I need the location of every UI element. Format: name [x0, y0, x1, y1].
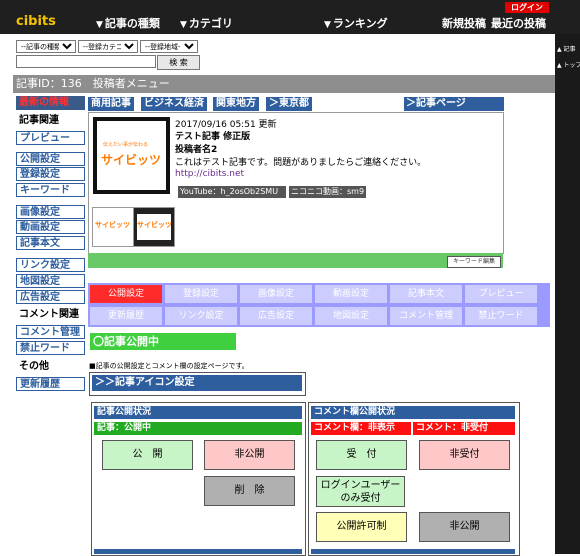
article-panel-bottom-bar: [94, 549, 302, 554]
tab-ad-settings[interactable]: 広告設定: [240, 307, 312, 325]
search-input[interactable]: [16, 55, 156, 68]
category-select[interactable]: --登録カテゴリー--: [78, 40, 138, 53]
nav-category-label: カテゴリ: [188, 17, 233, 30]
sidebar-item-banned-words[interactable]: 禁止ワード: [16, 341, 85, 355]
settings-note: ■記事の公開設定とコメント欄の設定ページです。: [89, 362, 249, 370]
search-button[interactable]: 検 索: [157, 55, 200, 70]
scroll-to-top-link[interactable]: ▲ トップ: [557, 60, 580, 69]
tab-article-body[interactable]: 記事本文: [390, 285, 462, 303]
login-users-only-line1: ログインユーザー: [320, 480, 401, 491]
thumbnail-logo-text: サイビッツ: [137, 221, 172, 229]
tab-preview[interactable]: プレビュー: [465, 285, 537, 303]
comment-acceptance-subheader: コメント：非受付: [413, 422, 515, 435]
scroll-to-article-link[interactable]: ▲ 記事: [557, 44, 576, 53]
sidebar-heading-article: 記事関連: [19, 115, 59, 126]
login-button[interactable]: ログイン: [505, 2, 549, 13]
nav-article-type-label: 記事の種類: [104, 17, 160, 30]
preview-url[interactable]: http://cibits.net: [175, 169, 244, 179]
site-logo[interactable]: cibits: [16, 14, 56, 29]
tag-business-economy[interactable]: ビジネス経済: [141, 97, 207, 111]
nav-recent-post[interactable]: 最近の投稿: [491, 15, 546, 31]
preview-body: これはテスト記事です。問題がありましたらご連絡ください。: [175, 158, 427, 168]
tab-link-settings[interactable]: リンク設定: [165, 307, 237, 325]
niconico-badge[interactable]: ニコニコ動画：sm9: [289, 186, 367, 198]
tab-registration-settings[interactable]: 登録設定: [165, 285, 237, 303]
sidebar-item-video-settings[interactable]: 動画設定: [16, 220, 85, 234]
logo-subtext: 伝えたい事が伝わる: [103, 142, 149, 148]
sidebar-item-publish-settings[interactable]: 公開設定: [16, 152, 85, 166]
preview-footer-bar: [88, 253, 503, 268]
sidebar-item-comment-management[interactable]: コメント管理: [16, 325, 85, 339]
delete-button[interactable]: 削 除: [204, 476, 295, 506]
sidebar-item-ad-settings[interactable]: 広告設定: [16, 290, 85, 304]
comment-status-title: コメント欄公開状況: [311, 406, 515, 419]
tab-banned-words[interactable]: 禁止ワード: [465, 307, 537, 325]
thumbnail-small-1[interactable]: サイビッツ: [92, 207, 134, 247]
sidebar-item-image-settings[interactable]: 画像設定: [16, 205, 85, 219]
accept-comments-button[interactable]: 受 付: [316, 440, 407, 470]
article-page-link[interactable]: ＞記事ページ: [404, 97, 504, 111]
region-select[interactable]: --登録地域--: [140, 40, 198, 53]
page-title: 記事ID：136 投稿者メニュー: [13, 75, 555, 93]
nav-ranking[interactable]: ▼ ランキング: [324, 15, 388, 31]
tab-video-settings[interactable]: 動画設定: [315, 285, 387, 303]
triangle-down-icon: ▼: [180, 20, 187, 30]
triangle-down-icon: ▼: [96, 20, 103, 30]
tab-image-settings[interactable]: 画像設定: [240, 285, 312, 303]
comment-panel-bottom-bar: [311, 549, 515, 554]
tab-update-history[interactable]: 更新履歴: [90, 307, 162, 325]
hide-comments-button[interactable]: 非公開: [419, 512, 510, 542]
unpublish-button[interactable]: 非公開: [204, 440, 295, 470]
nav-ranking-label: ランキング: [332, 17, 388, 30]
icon-settings-button[interactable]: ＞＞記事アイコン設定: [92, 375, 302, 391]
sidebar-item-registration-settings[interactable]: 登録設定: [16, 167, 85, 181]
tag-tokyo[interactable]: ＞東京都: [266, 97, 312, 111]
logo-text: サイビッツ: [101, 153, 162, 167]
thumbnail-logo-text: サイビッツ: [95, 221, 130, 229]
login-users-only-line2: のみ受付: [340, 493, 381, 504]
sidebar-item-article-body[interactable]: 記事本文: [16, 236, 85, 250]
publish-button[interactable]: 公 開: [102, 440, 193, 470]
tab-publish-settings[interactable]: 公開設定: [90, 285, 162, 303]
sidebar-item-keywords[interactable]: キーワード: [16, 183, 85, 197]
login-users-only-button[interactable]: ログインユーザー のみ受付: [316, 476, 405, 507]
publish-status-badge: 〇記事公開中: [90, 333, 236, 350]
comment-visibility-subheader: コメント欄：非表示: [311, 422, 411, 435]
tab-comment-management[interactable]: コメント管理: [390, 307, 462, 325]
reject-comments-button[interactable]: 非受付: [419, 440, 510, 470]
right-side-strip: [555, 34, 580, 554]
sidebar-item-update-history[interactable]: 更新履歴: [16, 377, 85, 391]
approval-required-button[interactable]: 公開許可制: [316, 512, 407, 542]
sidebar-item-link-settings[interactable]: リンク設定: [16, 258, 85, 272]
article-status-subheader: 記事：公開中: [94, 422, 302, 435]
article-status-title: 記事公開状況: [94, 406, 302, 419]
keyword-edit-button[interactable]: キーワード編集: [447, 256, 501, 268]
thumbnail-small-2[interactable]: サイビッツ: [133, 207, 175, 247]
sidebar-heading-comment: コメント関連: [19, 309, 79, 320]
article-type-select[interactable]: --記事の種類--: [16, 40, 76, 53]
main-thumbnail-image: 伝えたい事が伝わる サイビッツ: [97, 121, 166, 190]
sidebar-item-latest-info[interactable]: 最新の情報: [16, 96, 85, 110]
youtube-badge[interactable]: YouTube：h_2osOb2SMU: [178, 186, 286, 198]
preview-title: テスト記事 修正版: [175, 132, 251, 142]
preview-author: 投稿者名2: [175, 145, 218, 155]
tab-map-settings[interactable]: 地図設定: [315, 307, 387, 325]
nav-new-post[interactable]: 新規投稿: [442, 15, 486, 31]
nav-category[interactable]: ▼ カテゴリ: [180, 15, 233, 31]
nav-article-type[interactable]: ▼ 記事の種類: [96, 15, 160, 31]
tag-commercial-article[interactable]: 商用記事: [88, 97, 134, 111]
tag-kanto-region[interactable]: 関東地方: [213, 97, 259, 111]
sidebar-heading-other: その他: [19, 361, 49, 372]
sidebar-item-preview[interactable]: プレビュー: [16, 131, 85, 145]
triangle-down-icon: ▼: [324, 20, 331, 30]
sidebar-item-map-settings[interactable]: 地図設定: [16, 274, 85, 288]
